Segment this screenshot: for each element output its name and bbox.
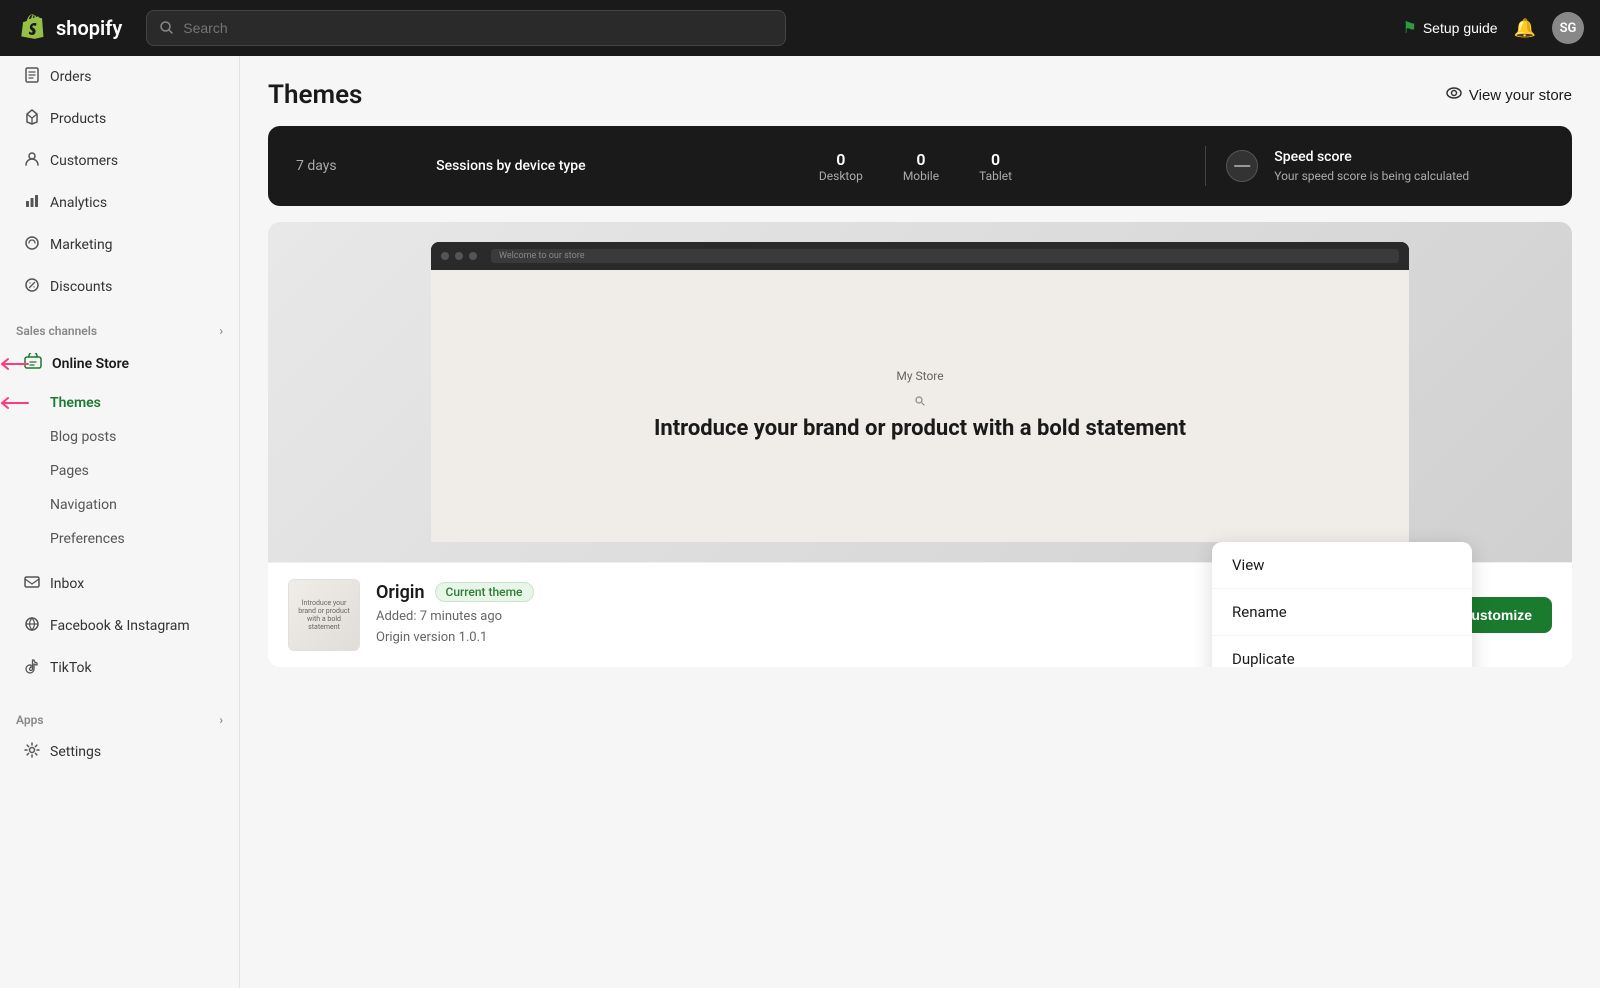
context-menu-item-view[interactable]: View: [1212, 542, 1472, 589]
apps-label: Apps ›: [0, 697, 239, 731]
setup-guide-button[interactable]: ⚑ Setup guide: [1403, 18, 1498, 38]
sidebar-item-online-store[interactable]: Online Store: [8, 343, 231, 385]
eye-icon: [1445, 84, 1463, 107]
search-bar[interactable]: [146, 10, 786, 46]
flag-icon: ⚑: [1403, 18, 1417, 38]
marketing-icon: [24, 235, 40, 255]
customers-icon: [24, 151, 40, 171]
browser-url-bar: Welcome to our store: [499, 251, 585, 261]
apps-arrow-icon: ›: [219, 713, 223, 727]
sidebar-item-products[interactable]: Products: [8, 99, 231, 139]
current-theme-badge: Current theme: [435, 582, 534, 602]
tablet-stat: 0 Tablet: [979, 150, 1012, 183]
sidebar-item-tiktok[interactable]: TikTok: [8, 648, 231, 688]
mobile-stat: 0 Mobile: [903, 150, 939, 183]
stats-bar: 7 days Sessions by device type 0 Desktop…: [268, 126, 1572, 206]
pink-arrow-2: [0, 395, 30, 411]
tiktok-icon: [24, 658, 40, 678]
setup-guide-label: Setup guide: [1423, 20, 1498, 36]
page-title: Themes: [268, 80, 362, 110]
mock-store-content: My Store Introduce your brand or product…: [431, 270, 1409, 542]
sidebar-subitem-navigation[interactable]: Navigation: [8, 489, 231, 521]
settings-icon: [24, 742, 40, 762]
sales-channels-label: Sales channels ›: [0, 308, 239, 342]
speed-score-section: Speed score Your speed score is being ca…: [1274, 149, 1544, 183]
desktop-stat: 0 Desktop: [819, 150, 863, 183]
sidebar-subitem-blog-posts[interactable]: Blog posts: [8, 421, 231, 453]
avatar[interactable]: SG: [1552, 12, 1584, 44]
mock-browser: Welcome to our store My Store Introduce …: [431, 242, 1409, 542]
browser-dot-3: [469, 252, 477, 260]
stats-devices: 0 Desktop 0 Mobile 0 Tablet: [646, 150, 1186, 183]
mock-browser-bar: Welcome to our store: [431, 242, 1409, 270]
sidebar-item-analytics[interactable]: Analytics: [8, 183, 231, 223]
browser-dot-2: [455, 252, 463, 260]
inbox-icon: [24, 574, 40, 594]
search-input[interactable]: [183, 20, 773, 36]
sidebar-item-marketing[interactable]: Marketing: [8, 225, 231, 265]
logo-text: shopify: [56, 16, 122, 40]
facebook-instagram-icon: [24, 616, 40, 636]
pink-arrow-1: [0, 356, 30, 372]
analytics-icon: [24, 193, 40, 213]
notification-bell-button[interactable]: 🔔: [1514, 18, 1536, 39]
orders-icon: [24, 67, 40, 87]
speed-dash-button[interactable]: —: [1226, 150, 1258, 182]
browser-dot-1: [441, 252, 449, 260]
theme-preview-image: Welcome to our store My Store Introduce …: [268, 222, 1572, 562]
theme-thumbnail: Introduce your brand or product with a b…: [288, 579, 360, 651]
main-content: Themes View your store 7 days Sessions b…: [240, 56, 1600, 988]
sidebar-subitem-themes[interactable]: Themes: [8, 387, 231, 419]
sidebar-subitem-preferences[interactable]: Preferences: [8, 523, 231, 555]
stats-period: 7 days: [296, 158, 376, 174]
sidebar-item-facebook-instagram[interactable]: Facebook & Instagram: [8, 606, 231, 646]
sidebar-item-orders[interactable]: Orders: [8, 57, 231, 97]
context-menu-item-rename[interactable]: Rename: [1212, 589, 1472, 636]
view-store-button[interactable]: View your store: [1445, 84, 1572, 107]
theme-name: Origin: [376, 582, 425, 603]
top-navigation: shopify ⚑ Setup guide 🔔 SG: [0, 0, 1600, 56]
context-menu: View Rename Duplicate Download theme fil…: [1212, 542, 1472, 667]
sidebar-item-discounts[interactable]: Discounts: [8, 267, 231, 307]
sales-channels-arrow-icon: ›: [219, 324, 223, 338]
search-icon: [159, 20, 175, 36]
discounts-icon: [24, 277, 40, 297]
context-menu-item-duplicate[interactable]: Duplicate: [1212, 636, 1472, 667]
nav-right-area: ⚑ Setup guide 🔔 SG: [1403, 12, 1585, 44]
theme-thumbnail-inner: Introduce your brand or product with a b…: [289, 580, 359, 650]
stats-divider: [1205, 146, 1206, 186]
sidebar-item-customers[interactable]: Customers: [8, 141, 231, 181]
logo[interactable]: shopify: [16, 12, 122, 44]
products-icon: [24, 109, 40, 129]
shopify-logo-icon: [16, 12, 48, 44]
sidebar: Orders Products Customers Analytics Mark: [0, 56, 240, 988]
sidebar-subitem-pages[interactable]: Pages: [8, 455, 231, 487]
sidebar-item-inbox[interactable]: Inbox: [8, 564, 231, 604]
sessions-title: Sessions by device type: [376, 158, 646, 174]
mock-search-icon: [914, 395, 926, 407]
theme-preview-section: Welcome to our store My Store Introduce …: [268, 222, 1572, 667]
themes-header: Themes View your store: [240, 56, 1600, 126]
main-layout: Orders Products Customers Analytics Mark: [0, 56, 1600, 988]
sidebar-item-settings[interactable]: Settings: [8, 732, 231, 772]
